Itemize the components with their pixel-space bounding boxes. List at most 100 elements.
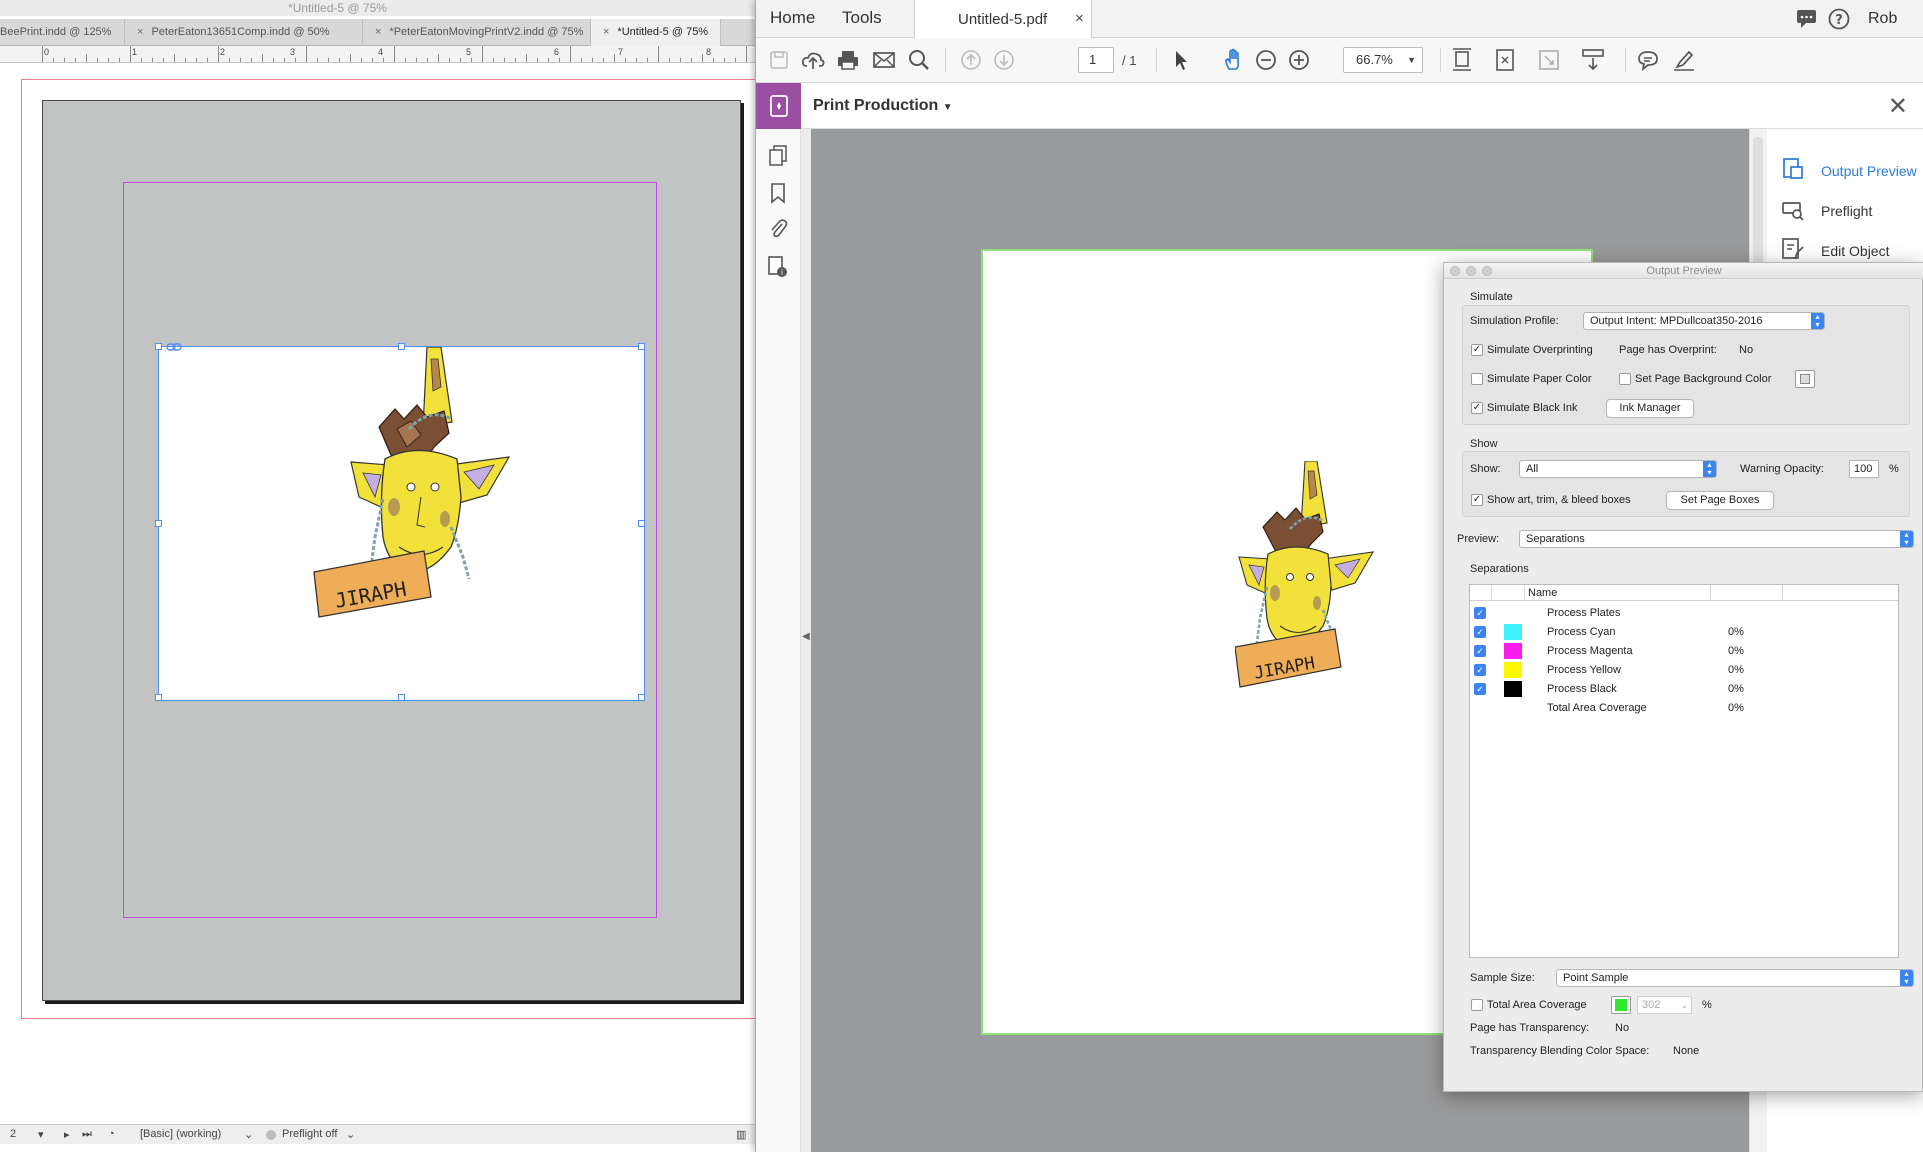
separations-table[interactable]: Name ✓ Process Plates ✓ Process Cyan 0% … [1469,584,1899,958]
warning-opacity-input[interactable]: 100 [1849,460,1879,478]
sample-size-select[interactable]: Point Sample ▴ ▾ [1556,969,1914,987]
simulation-profile-select[interactable]: Output Intent: MPDullcoat350-2016 ▴ ▾ [1583,312,1825,330]
ink-manager-button[interactable]: Ink Manager [1606,399,1694,418]
simulate-black-ink-checkbox[interactable]: ✓ [1471,402,1483,414]
plate-visibility-checkbox[interactable]: ✓ [1474,664,1486,676]
table-row[interactable]: ✓ Process Yellow 0% [1470,661,1898,680]
page-field[interactable]: 2 [10,1128,16,1140]
comment-icon[interactable] [1636,48,1660,72]
svg-text:i: i [781,268,783,277]
next-page-icon[interactable] [992,48,1016,72]
simulate-paper-color-checkbox[interactable] [1471,373,1483,385]
ruler-tick [262,54,263,62]
set-page-background-checkbox[interactable] [1619,373,1631,385]
print-production-title[interactable]: Print Production ▼ [813,97,953,115]
name-column-header[interactable]: Name [1528,587,1557,599]
bookmark-icon[interactable] [766,181,790,205]
save-icon[interactable] [767,48,791,72]
dialog-titlebar[interactable]: Output Preview [1444,263,1923,279]
zoom-out-icon[interactable] [1254,48,1278,72]
page-background-color-swatch[interactable] [1795,370,1815,388]
print-icon[interactable] [836,48,860,72]
horizontal-ruler[interactable]: 0 1 2 3 4 5 6 7 8 [0,46,755,63]
resize-handle[interactable] [398,694,405,701]
close-icon[interactable]: × [1075,10,1084,27]
print-production-icon[interactable] [756,83,801,129]
tab-petereaton-moving-print[interactable]: × *PeterEatonMovingPrintV2.indd @ 75% [363,19,591,46]
plate-visibility-checkbox[interactable]: ✓ [1474,626,1486,638]
sign-pen-icon[interactable] [1672,48,1696,72]
close-icon[interactable]: × [375,26,381,38]
resize-handle[interactable] [155,520,162,527]
home-tab[interactable]: Home [770,8,815,28]
tools-tab[interactable]: Tools [842,8,882,28]
table-row[interactable]: ✓ Process Cyan 0% [1470,623,1898,642]
last-page-icon[interactable]: ⏭ [82,1128,92,1141]
workspace-profile[interactable]: [Basic] (working) [140,1128,221,1140]
attachment-icon[interactable] [766,217,790,241]
plate-visibility-checkbox[interactable]: ✓ [1474,683,1486,695]
upload-cloud-icon[interactable] [801,48,825,72]
layout-toggle-icon[interactable]: ▥ [736,1128,746,1141]
show-select[interactable]: All ▴ ▾ [1519,460,1717,478]
scrolling-mode-icon[interactable] [1450,48,1474,72]
preview-select[interactable]: Separations ▴ ▾ [1519,530,1914,548]
resize-handle[interactable] [638,694,645,701]
chevron-down-icon[interactable]: ▾ [38,1128,44,1141]
next-page-icon[interactable]: ▸ [64,1128,70,1141]
scrollbar-thumb[interactable] [1753,137,1763,267]
table-row[interactable]: ✓ Process Plates [1470,604,1898,623]
fit-page-icon[interactable] [1493,48,1517,72]
show-boxes-checkbox[interactable]: ✓ [1471,494,1483,506]
resize-handle[interactable] [155,694,162,701]
read-mode-icon[interactable] [1581,48,1605,72]
zoom-level-select[interactable]: 66.7% ▼ [1343,47,1423,73]
close-icon[interactable]: × [137,26,143,38]
help-icon[interactable]: ? [1828,8,1850,30]
total-area-coverage-checkbox[interactable] [1471,999,1483,1011]
select-arrow-icon[interactable] [1169,48,1193,72]
document-tab[interactable]: Untitled-5.pdf × [914,0,1092,39]
coverage-color-swatch[interactable] [1611,996,1631,1014]
resize-handle[interactable] [155,343,162,350]
tab-untitled-5[interactable]: × *Untitled-5 @ 75% [591,19,721,46]
hand-tool-icon[interactable] [1222,48,1246,72]
resize-handle[interactable] [398,343,405,350]
set-page-boxes-button[interactable]: Set Page Boxes [1666,491,1774,510]
table-row[interactable]: ✓ Process Magenta 0% [1470,642,1898,661]
preflight-tool[interactable]: Preflight [1781,197,1923,223]
coverage-value-input[interactable]: 302 ⌄ [1637,996,1692,1014]
ruler-tick [559,58,560,62]
zoom-in-icon[interactable] [1287,48,1311,72]
email-icon[interactable] [872,48,896,72]
preflight-status[interactable]: Preflight off [282,1128,337,1140]
close-icon[interactable]: × [603,26,609,38]
search-icon[interactable] [907,48,931,72]
resize-handle[interactable] [638,520,645,527]
previous-page-icon[interactable] [959,48,983,72]
resize-handle[interactable] [638,343,645,350]
tab-beeprint[interactable]: BeePrint.indd @ 125% [0,19,125,46]
preview-mode-icon[interactable]: ◔ [108,1128,115,1140]
tab-petereaton-comp[interactable]: × PeterEaton13651Comp.indd @ 50% [125,19,363,46]
document-properties-icon[interactable]: i [766,255,790,279]
chevron-down-icon[interactable]: ⌄ [244,1128,253,1141]
indesign-pasteboard[interactable]: JIRAPH [0,63,755,1100]
close-icon[interactable]: ✕ [1888,92,1908,121]
acrobat-top-bar: Home Tools Untitled-5.pdf × ? Rob [756,0,1923,39]
plate-visibility-checkbox[interactable]: ✓ [1474,607,1486,619]
full-screen-icon[interactable] [1537,48,1561,72]
page-thumbnails-icon[interactable] [766,143,790,167]
user-menu[interactable]: Rob [1868,10,1897,28]
table-row[interactable]: ✓ Process Black 0% [1470,680,1898,699]
page-number-input[interactable]: 1 [1078,47,1114,73]
simulate-overprinting-checkbox[interactable]: ✓ [1471,344,1483,356]
edit-object-tool[interactable]: Edit Object [1781,237,1923,263]
chevron-down-icon[interactable]: ⌄ [346,1128,355,1141]
plate-visibility-checkbox[interactable]: ✓ [1474,645,1486,657]
link-icon[interactable] [166,342,182,352]
chat-icon[interactable] [1796,9,1818,29]
collapse-left-pane[interactable]: ◀ [801,129,811,1152]
output-preview-tool[interactable]: Output Preview [1781,157,1923,183]
image-frame[interactable]: JIRAPH [155,343,645,701]
